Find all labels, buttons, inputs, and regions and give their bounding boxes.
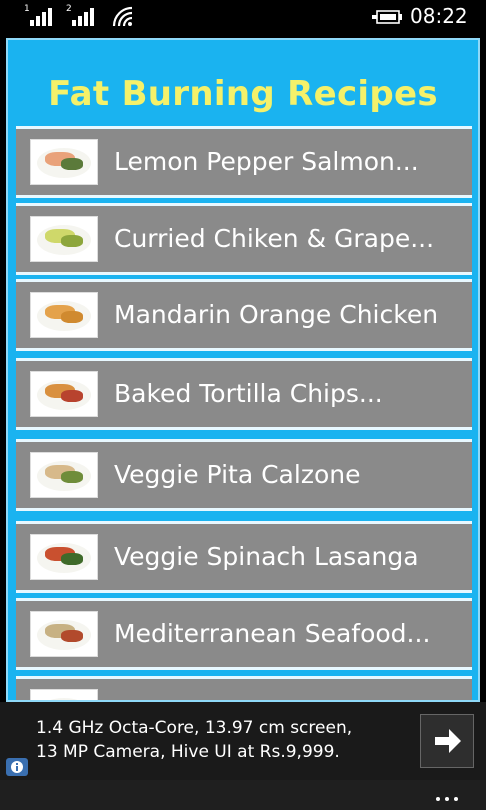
ad-info-icon[interactable] xyxy=(6,758,28,776)
sim1-number: 1 xyxy=(24,4,30,14)
recipes-panel: Fat Burning Recipes Lemon Pepper Salmon.… xyxy=(6,38,480,702)
recipe-thumbnail xyxy=(30,139,98,185)
more-options-icon[interactable] xyxy=(436,786,463,805)
recipe-label: Curried Chiken & Grape... xyxy=(114,224,435,253)
recipe-item[interactable]: Baked Tortilla Chips... xyxy=(16,358,472,430)
ad-banner[interactable]: 1.4 GHz Octa-Core, 13.97 cm screen, 13 M… xyxy=(0,702,486,780)
recipe-label: Baked Tortilla Chips... xyxy=(114,379,383,408)
ad-line-1: 1.4 GHz Octa-Core, 13.97 cm screen, xyxy=(36,718,353,738)
app-content: Fat Burning Recipes Lemon Pepper Salmon.… xyxy=(0,34,486,702)
ad-text: 1.4 GHz Octa-Core, 13.97 cm screen, 13 M… xyxy=(36,716,406,764)
status-bar: 1 2 08:22 xyxy=(0,0,486,34)
app-bar xyxy=(0,780,486,810)
recipe-thumbnail xyxy=(30,216,98,262)
battery-charging-icon xyxy=(372,10,402,24)
recipe-item[interactable]: Lemon Pepper Salmon... xyxy=(16,126,472,198)
recipe-item[interactable]: Fruit & Nut Quinoa xyxy=(16,676,472,700)
clock: 08:22 xyxy=(410,4,468,28)
sim2-number: 2 xyxy=(66,4,72,14)
recipe-item[interactable]: Veggie Pita Calzone xyxy=(16,439,472,511)
recipe-label: Mediterranean Seafood... xyxy=(114,619,431,648)
recipe-thumbnail xyxy=(30,611,98,657)
recipe-item[interactable]: Mediterranean Seafood... xyxy=(16,598,472,670)
recipe-thumbnail xyxy=(30,292,98,338)
recipe-label: Veggie Spinach Lasanga xyxy=(114,542,419,571)
ad-arrow-button[interactable] xyxy=(420,714,474,768)
wifi-icon xyxy=(112,6,133,27)
recipe-label: Lemon Pepper Salmon... xyxy=(114,147,419,176)
recipe-thumbnail xyxy=(30,452,98,498)
recipe-thumbnail xyxy=(30,534,98,580)
ad-line-2: 13 MP Camera, Hive UI at Rs.9,999. xyxy=(36,742,340,762)
recipe-thumbnail xyxy=(30,689,98,700)
recipe-item[interactable]: Mandarin Orange Chicken xyxy=(16,279,472,351)
signal-sim2-icon: 2 xyxy=(66,4,96,28)
recipe-item[interactable]: Veggie Spinach Lasanga xyxy=(16,521,472,593)
recipe-item[interactable]: Curried Chiken & Grape... xyxy=(16,203,472,275)
page-title: Fat Burning Recipes xyxy=(48,74,438,114)
recipe-thumbnail xyxy=(30,371,98,417)
arrow-right-icon xyxy=(435,729,461,753)
recipe-label: Mandarin Orange Chicken xyxy=(114,300,439,329)
signal-sim1-icon: 1 xyxy=(24,4,54,28)
recipe-label: Veggie Pita Calzone xyxy=(114,460,361,489)
